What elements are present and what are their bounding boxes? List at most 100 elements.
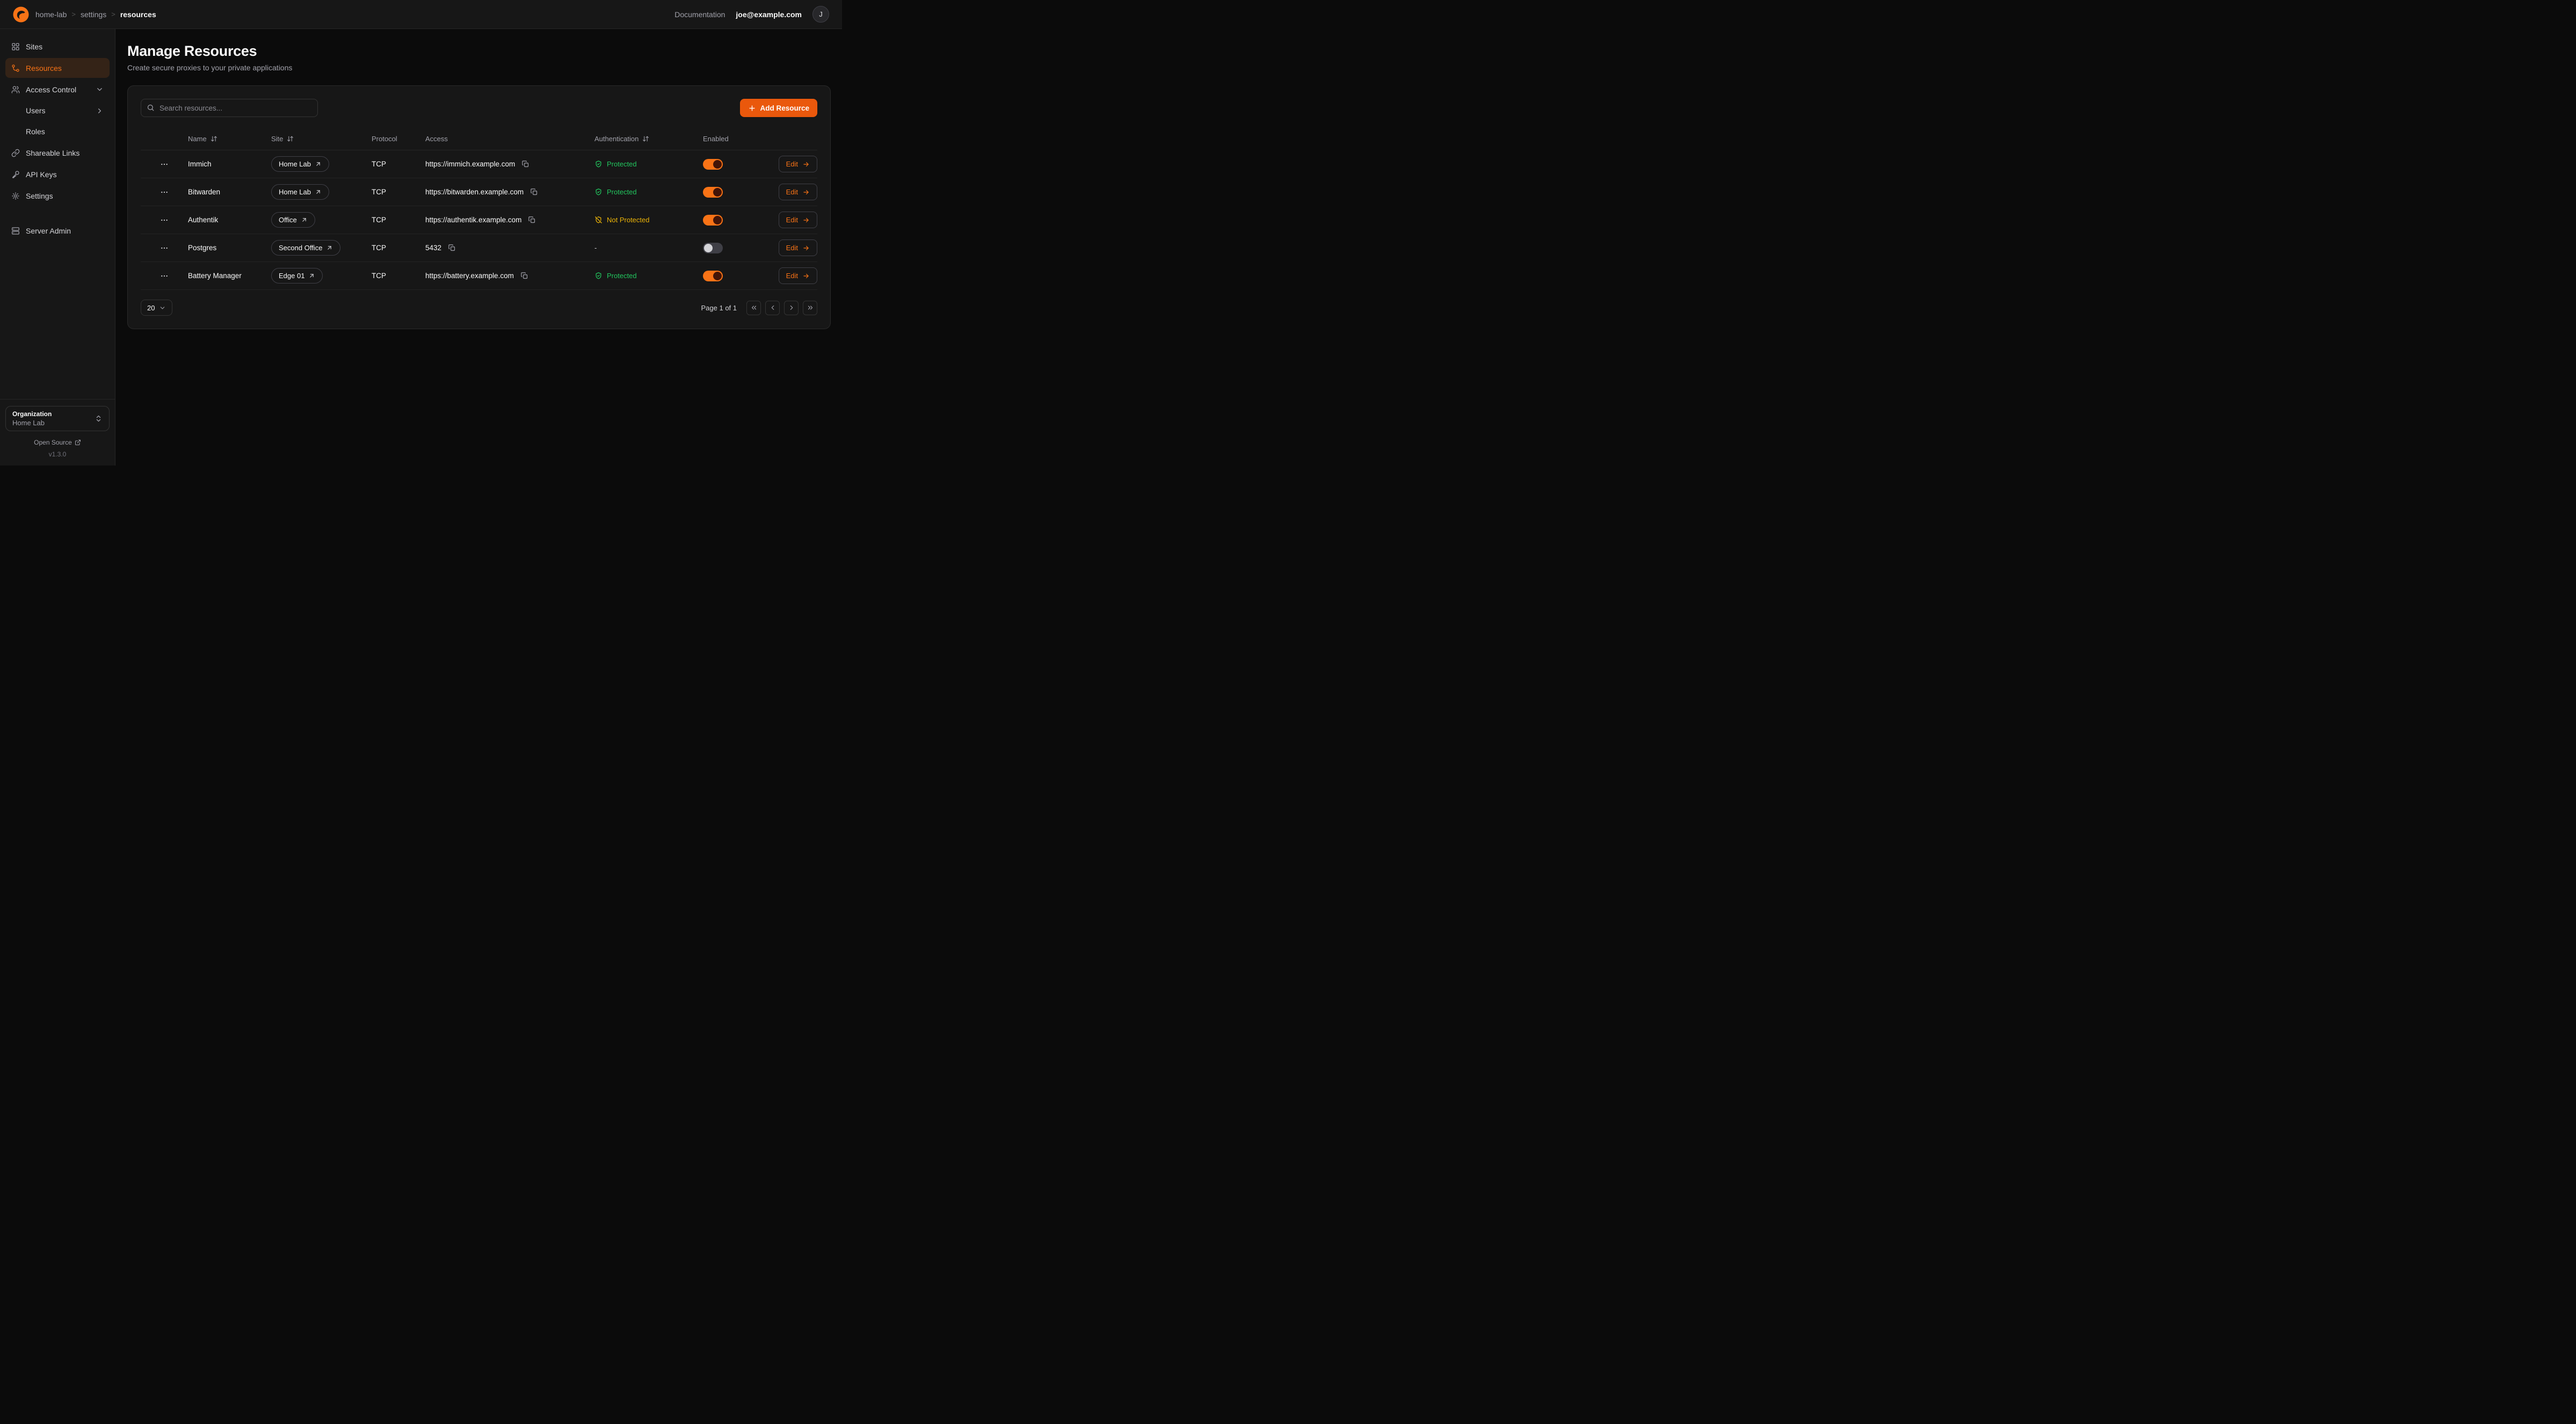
arrow-up-right-icon (301, 216, 308, 223)
enabled-cell (703, 159, 776, 170)
sidebar-item-label: API Keys (26, 170, 57, 179)
sidebar-item-shareable-links[interactable]: Shareable Links (5, 143, 110, 163)
page-subtitle: Create secure proxies to your private ap… (127, 63, 831, 72)
breadcrumb-resources: resources (120, 10, 156, 19)
user-email[interactable]: joe@example.com (736, 10, 802, 19)
search-input[interactable] (141, 99, 318, 117)
access-cell: 5432 (425, 243, 594, 253)
resource-name: Immich (188, 160, 212, 168)
arrow-right-icon (802, 188, 810, 196)
copy-button[interactable] (520, 159, 531, 169)
edit-button[interactable]: Edit (779, 212, 817, 228)
sidebar-item-label: Settings (26, 192, 53, 200)
copy-button[interactable] (527, 215, 537, 225)
row-actions-cell (141, 186, 188, 199)
toggle-knob (713, 188, 722, 197)
arrow-up-right-icon (315, 188, 322, 195)
site-link-button[interactable]: Office (271, 212, 315, 228)
access-cell: https://authentik.example.com (425, 215, 594, 225)
site-link-button[interactable]: Home Lab (271, 156, 329, 172)
sidebar-item-label: Sites (26, 42, 42, 51)
header-enabled: Enabled (703, 135, 776, 143)
card-toolbar: Add Resource (141, 99, 817, 117)
copy-button[interactable] (529, 187, 539, 197)
auth-status-text: Protected (607, 272, 637, 280)
sidebar-item-resources[interactable]: Resources (5, 58, 110, 78)
open-source-link[interactable]: Open Source (5, 439, 110, 446)
resource-name: Authentik (188, 216, 218, 224)
site-cell: Home Lab (271, 156, 372, 172)
organization-selector[interactable]: Organization Home Lab (5, 406, 110, 431)
prev-page-button[interactable] (765, 301, 780, 315)
documentation-link[interactable]: Documentation (674, 10, 725, 19)
avatar[interactable]: J (812, 6, 829, 23)
edit-button[interactable]: Edit (779, 184, 817, 200)
row-actions-button[interactable] (158, 158, 171, 171)
sidebar-item-users[interactable]: Users (5, 101, 110, 120)
sidebar-item-roles[interactable]: Roles (5, 122, 110, 141)
copy-button[interactable] (447, 243, 457, 253)
page-size-select[interactable]: 20 (141, 300, 172, 316)
sidebar-item-api-keys[interactable]: API Keys (5, 164, 110, 184)
shield-check-icon (594, 188, 603, 196)
header-name[interactable]: Name (188, 135, 271, 143)
site-link-button[interactable]: Edge 01 (271, 268, 323, 284)
access-cell: https://bitwarden.example.com (425, 187, 594, 197)
site-link-button[interactable]: Second Office (271, 240, 340, 256)
header-site[interactable]: Site (271, 135, 372, 143)
chevron-right-icon (96, 107, 104, 115)
shield-check-icon (594, 160, 603, 168)
table-row: Bitwarden Home Lab TCP https://bitwarden… (141, 178, 817, 206)
authentication-cell: Protected (594, 188, 703, 196)
protocol-value: TCP (372, 160, 386, 168)
search-wrap (141, 99, 318, 117)
header-authentication[interactable]: Authentication (594, 135, 703, 143)
sort-icon (211, 135, 217, 142)
row-actions-button[interactable] (158, 270, 171, 282)
edit-button[interactable]: Edit (779, 156, 817, 172)
row-actions-button[interactable] (158, 242, 171, 255)
copy-button[interactable] (519, 271, 529, 281)
enabled-toggle[interactable] (703, 215, 723, 226)
chevron-down-icon (159, 304, 166, 311)
protocol-value: TCP (372, 272, 386, 280)
add-resource-button[interactable]: Add Resource (740, 99, 817, 117)
row-actions-cell (141, 158, 188, 171)
copy-icon (520, 272, 528, 280)
sidebar-item-label: Users (26, 106, 46, 115)
enabled-toggle[interactable] (703, 243, 723, 253)
arrow-up-right-icon (315, 161, 322, 168)
last-page-button[interactable] (803, 301, 817, 315)
sidebar-item-settings[interactable]: Settings (5, 186, 110, 206)
enabled-toggle[interactable] (703, 271, 723, 281)
link-icon (11, 149, 20, 157)
enabled-toggle[interactable] (703, 159, 723, 170)
enabled-toggle[interactable] (703, 187, 723, 198)
enabled-cell (703, 243, 776, 253)
resource-name-cell: Authentik (188, 216, 271, 224)
copy-icon (521, 160, 529, 168)
edit-button[interactable]: Edit (779, 267, 817, 284)
row-actions-button[interactable] (158, 214, 171, 227)
header-name-label: Name (188, 135, 207, 143)
sidebar-item-server-admin[interactable]: Server Admin (5, 221, 110, 241)
resource-name-cell: Bitwarden (188, 188, 271, 196)
edit-cell: Edit (776, 267, 817, 284)
sidebar-item-access-control[interactable]: Access Control (5, 79, 110, 99)
first-page-button[interactable] (746, 301, 761, 315)
site-link-button[interactable]: Home Lab (271, 184, 329, 200)
site-name: Edge 01 (279, 272, 304, 280)
breadcrumb-settings[interactable]: settings (81, 10, 106, 19)
table-row: Battery Manager Edge 01 TCP https://batt… (141, 262, 817, 290)
header-site-label: Site (271, 135, 283, 143)
sidebar-item-sites[interactable]: Sites (5, 37, 110, 56)
row-actions-button[interactable] (158, 186, 171, 199)
version-label: v1.3.0 (5, 451, 110, 458)
toggle-knob (713, 216, 722, 224)
arrow-right-icon (802, 244, 810, 252)
breadcrumb-home-lab[interactable]: home-lab (35, 10, 67, 19)
next-page-button[interactable] (784, 301, 799, 315)
edit-button[interactable]: Edit (779, 239, 817, 256)
site-name: Home Lab (279, 188, 311, 196)
auth-status-text: Protected (607, 188, 637, 196)
